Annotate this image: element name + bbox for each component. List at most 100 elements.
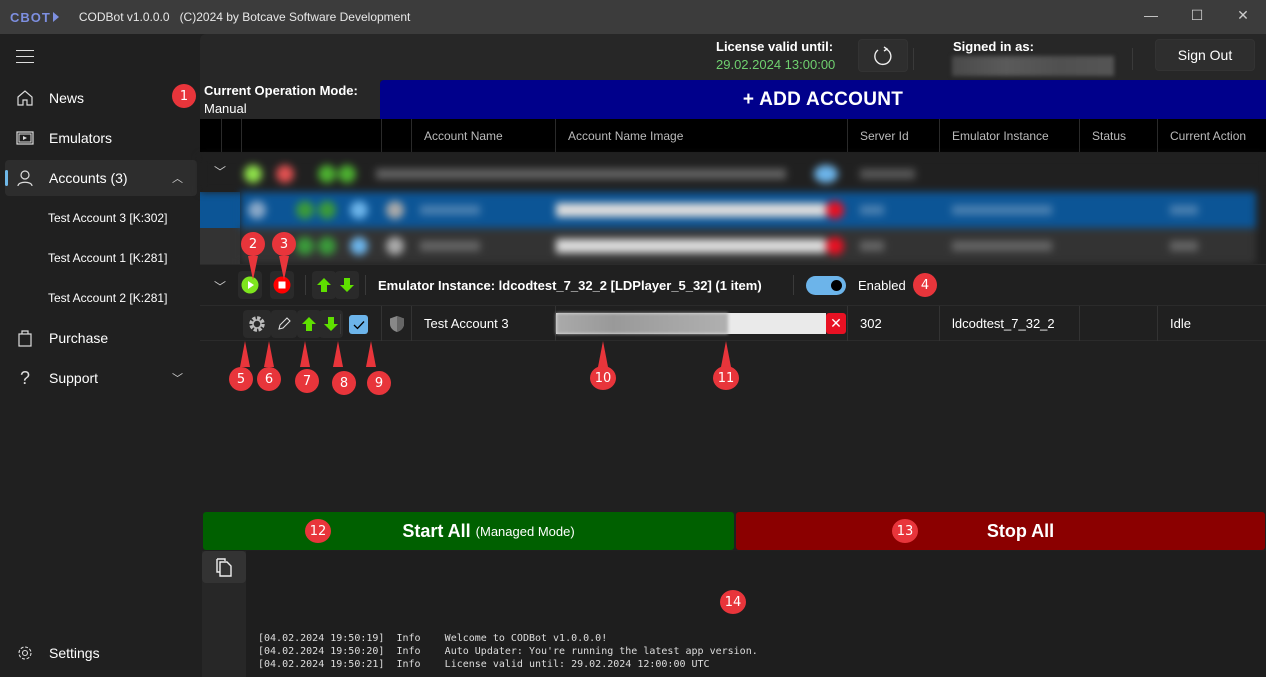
collapse-group-chevron-icon[interactable]: ﹀ <box>214 278 226 295</box>
sidebar-subitem-account[interactable]: Test Account 2 [K:281] <box>48 291 167 305</box>
shield-icon <box>389 315 404 332</box>
sidebar-item-support[interactable]: ? Support ﹀ <box>5 360 197 396</box>
move-group-up-button[interactable] <box>312 271 336 299</box>
sidebar-item-settings[interactable]: Settings <box>5 636 197 670</box>
blurred-text <box>376 169 786 179</box>
column-header-account-name[interactable]: Account Name <box>411 119 555 152</box>
minimize-button[interactable]: — <box>1128 0 1174 30</box>
emulator-enabled-toggle[interactable] <box>806 276 846 295</box>
pencil-icon <box>278 317 291 330</box>
blurred-text <box>952 205 1052 215</box>
hamburger-icon[interactable] <box>16 50 34 64</box>
question-icon: ? <box>19 367 30 388</box>
sidebar-item-news[interactable]: News <box>5 80 197 116</box>
annotation-pin <box>279 256 289 280</box>
blurred-text <box>860 169 915 179</box>
emulator-group-title: Emulator Instance: ldcodtest_7_32_2 [LDP… <box>378 278 762 293</box>
operation-mode: Current Operation Mode: Manual <box>200 80 380 120</box>
chevron-down-icon[interactable]: ﹀ <box>172 370 183 386</box>
maximize-button[interactable]: ☐ <box>1174 0 1220 30</box>
header-bar: License valid until: 29.02.2024 13:00:00… <box>200 34 1266 80</box>
operation-mode-label: Current Operation Mode: <box>204 83 358 98</box>
table-row[interactable]: Test Account 3 ✕ 302 ldcodtest_7_32_2 Id… <box>200 305 1266 341</box>
log-panel: [04.02.2024 19:50:19] Info Welcome to CO… <box>246 551 1266 677</box>
signed-in-label: Signed in as: <box>953 39 1034 54</box>
status-cell <box>1079 306 1157 341</box>
sidebar-item-purchase[interactable]: Purchase <box>5 320 197 356</box>
arrow-up-icon <box>302 317 316 331</box>
chevron-up-icon[interactable]: ︿ <box>172 170 183 186</box>
annotation-pin <box>248 256 258 280</box>
column-header-current-action[interactable]: Current Action <box>1157 119 1266 152</box>
grid-header-spacer <box>241 119 381 152</box>
stop-all-label: Stop All <box>986 520 1055 541</box>
annotation-marker: 5 <box>229 367 253 391</box>
app-window: CBOT CODBot v1.0.0.0 (C)2024 by Botcave … <box>0 0 1266 677</box>
current-action-cell: Idle <box>1157 306 1266 341</box>
blurred-icon <box>350 201 368 219</box>
home-icon <box>5 89 45 107</box>
divider <box>1132 48 1133 70</box>
sidebar-item-accounts[interactable]: Accounts (3) ︿ <box>5 160 197 196</box>
account-name-cell: Test Account 3 <box>411 306 555 341</box>
blurred-icon <box>276 165 294 183</box>
blurred-icon <box>386 201 404 219</box>
copy-log-button[interactable] <box>202 551 246 583</box>
refresh-button[interactable] <box>858 39 908 72</box>
clear-name-image-button[interactable]: ✕ <box>826 313 846 334</box>
arrow-down-icon <box>324 317 338 331</box>
column-header-emulator-instance[interactable]: Emulator Instance <box>939 119 1079 152</box>
annotation-pin <box>721 341 731 367</box>
sidebar-item-emulators[interactable]: Emulators <box>5 120 197 156</box>
annotation-marker: 1 <box>172 84 196 108</box>
person-icon <box>5 169 45 187</box>
blurred-icon <box>318 237 336 255</box>
column-header-server-id[interactable]: Server Id <box>847 119 939 152</box>
sidebar-subitem-account[interactable]: Test Account 3 [K:302] <box>48 211 167 225</box>
operation-mode-value: Manual <box>204 101 247 116</box>
collapse-group-chevron-icon[interactable]: ﹀ <box>214 163 226 180</box>
divider <box>305 275 306 295</box>
move-account-up-button[interactable] <box>297 310 321 338</box>
blurred-icon <box>318 201 336 219</box>
column-header-status[interactable]: Status <box>1079 119 1157 152</box>
close-icon: ✕ <box>830 315 842 331</box>
blurred-row <box>240 228 1256 264</box>
title-bar: CBOT CODBot v1.0.0.0 (C)2024 by Botcave … <box>0 0 1266 34</box>
license-value: 29.02.2024 13:00:00 <box>716 57 836 72</box>
annotation-marker: 7 <box>295 369 319 393</box>
sign-out-button[interactable]: Sign Out <box>1155 39 1255 71</box>
divider <box>340 314 341 334</box>
start-all-label: Start All <box>402 520 471 541</box>
edit-account-button[interactable] <box>271 310 297 338</box>
start-all-button[interactable]: Start All (Managed Mode) <box>203 512 734 550</box>
add-account-button[interactable]: + ADD ACCOUNT <box>380 80 1266 120</box>
gear-icon <box>249 316 265 332</box>
annotation-marker: 9 <box>367 371 391 395</box>
emulator-group-row: ﹀ Emulator Instance: ldcodtest_7_32_2 [L… <box>200 264 1266 305</box>
close-button[interactable]: ✕ <box>1220 0 1266 30</box>
log-line: [04.02.2024 19:50:20] Info Auto Updater:… <box>258 646 758 657</box>
blurred-name-image <box>556 239 826 253</box>
annotation-marker: 3 <box>272 232 296 256</box>
window-controls: — ☐ ✕ <box>1128 0 1266 30</box>
account-enabled-checkbox[interactable] <box>349 315 368 334</box>
copy-icon <box>216 558 232 577</box>
annotation-pin <box>264 341 274 367</box>
column-header-account-name-image[interactable]: Account Name Image <box>555 119 847 152</box>
stop-all-button[interactable]: Stop All <box>736 512 1265 550</box>
sidebar-subitem-account[interactable]: Test Account 1 [K:281] <box>48 251 167 265</box>
blurred-icon <box>296 237 314 255</box>
annotation-pin <box>300 341 310 367</box>
blurred-icon <box>244 165 262 183</box>
annotation-marker: 6 <box>257 367 281 391</box>
blurred-text <box>420 205 480 215</box>
account-settings-button[interactable] <box>243 310 271 338</box>
annotation-marker: 4 <box>913 273 937 297</box>
sidebar-item-label: Accounts (3) <box>49 170 128 186</box>
blurred-icon <box>338 165 356 183</box>
blurred-icon <box>826 237 844 255</box>
refresh-icon <box>874 45 892 65</box>
signed-in-user-redacted <box>952 56 1114 76</box>
move-group-down-button[interactable] <box>335 271 359 299</box>
